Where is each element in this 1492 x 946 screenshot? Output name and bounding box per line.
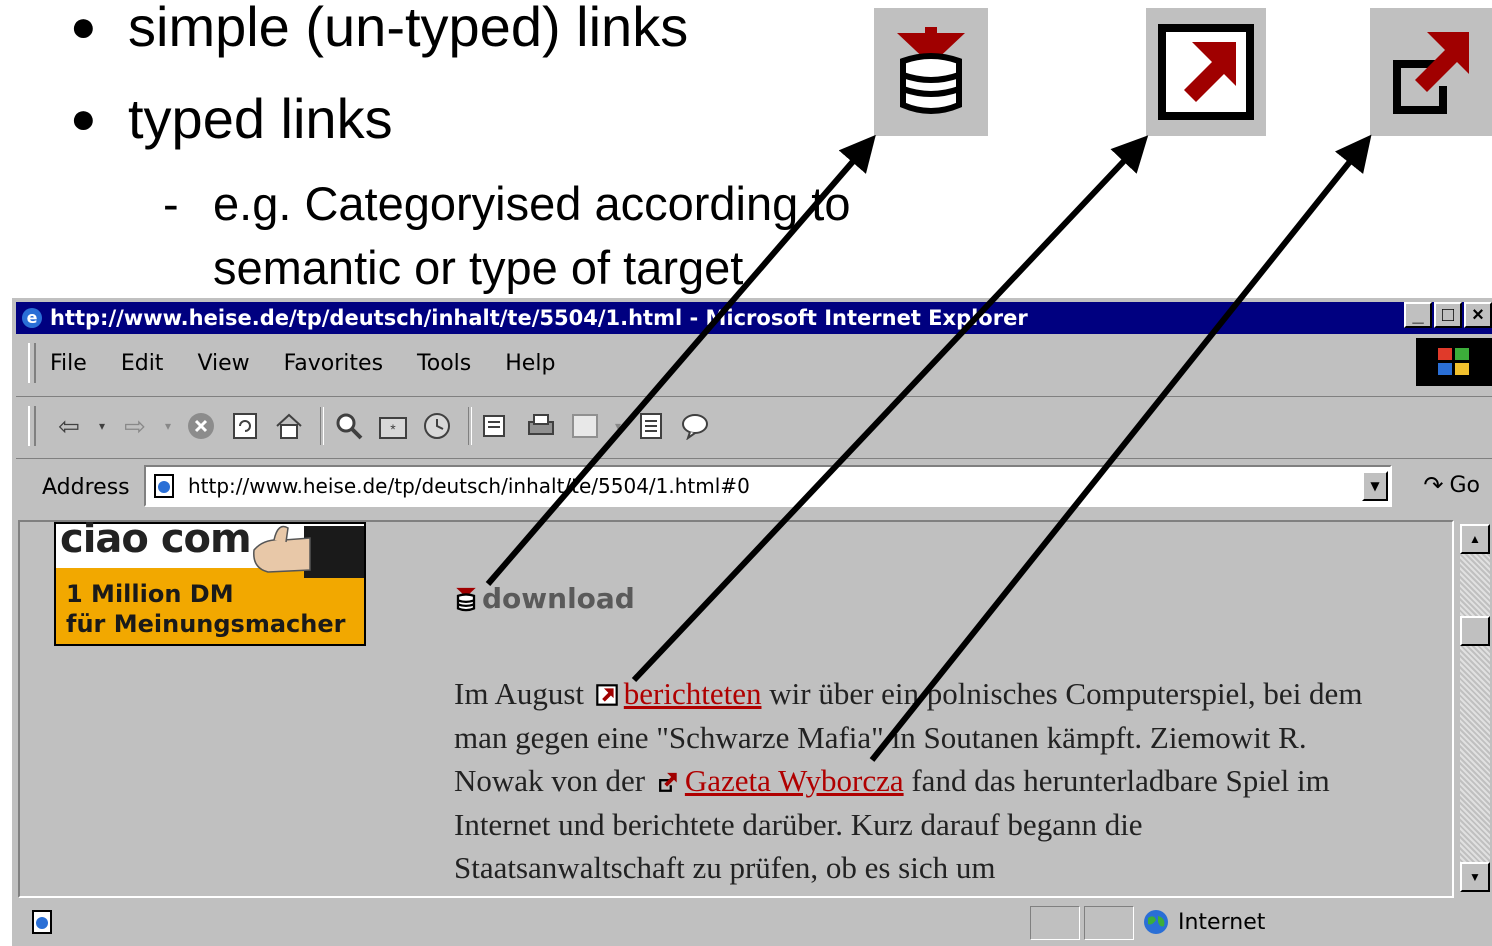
standard-toolbar: ⇦ ▾ ⇨ ▾ * ▾ xyxy=(16,396,1492,455)
close-button[interactable]: × xyxy=(1464,302,1492,328)
favorites-icon[interactable]: * xyxy=(374,407,412,445)
ad-banner[interactable]: ciao com 1 Million DM für Meinungsmacher xyxy=(54,522,366,646)
bullet-text: typed links xyxy=(128,87,393,150)
banner-line1: 1 Million DM xyxy=(66,580,234,608)
link-gazeta-wyborcza[interactable]: Gazeta Wyborcza xyxy=(685,763,904,798)
page-content: ciao com 1 Million DM für Meinungsmacher… xyxy=(18,520,1454,898)
history-icon[interactable] xyxy=(418,407,456,445)
bullet-text: simple (un-typed) links xyxy=(128,0,689,58)
status-cell xyxy=(1030,906,1080,940)
forward-dropdown-icon[interactable]: ▾ xyxy=(160,407,176,445)
zone-label: Internet xyxy=(1178,909,1266,935)
download-icon xyxy=(897,27,965,114)
ie-icon: e xyxy=(22,308,42,328)
svg-text:e: e xyxy=(27,308,38,327)
scroll-down-button[interactable]: ▼ xyxy=(1460,862,1490,892)
article-text: Im August berichteten wir über ein polni… xyxy=(454,672,1374,890)
article-text-1: Im August xyxy=(454,676,585,711)
bullet-dot: ● xyxy=(70,93,97,143)
window-controls: _ □ × xyxy=(1404,302,1492,328)
window-title: http://www.heise.de/tp/deutsch/inhalt/te… xyxy=(50,306,1028,330)
edit-dropdown-icon[interactable]: ▾ xyxy=(610,407,626,445)
status-cell xyxy=(1084,906,1134,940)
download-label: download xyxy=(482,582,635,615)
messenger-icon[interactable] xyxy=(676,407,714,445)
toolbar-grip[interactable] xyxy=(28,406,36,446)
external-link-open-icon-large xyxy=(1370,8,1492,136)
scroll-up-button[interactable]: ▲ xyxy=(1460,524,1490,554)
menu-tools[interactable]: Tools xyxy=(417,351,471,376)
minimize-button[interactable]: _ xyxy=(1404,302,1432,328)
page-status-icon xyxy=(32,910,52,934)
edit-icon[interactable] xyxy=(566,407,604,445)
refresh-icon[interactable] xyxy=(226,407,264,445)
page-icon xyxy=(154,474,174,498)
address-input[interactable]: http://www.heise.de/tp/deutsch/inhalt/te… xyxy=(144,465,1392,507)
back-dropdown-icon[interactable]: ▾ xyxy=(94,407,110,445)
search-icon[interactable] xyxy=(330,407,368,445)
toolbar-separator xyxy=(468,407,472,445)
menu-grip[interactable] xyxy=(28,343,36,383)
globe-icon xyxy=(1144,910,1168,934)
back-arrow-icon[interactable]: ⇦ xyxy=(50,407,88,445)
address-label: Address xyxy=(42,474,130,500)
discuss-icon[interactable] xyxy=(632,407,670,445)
external-link-boxed-icon-large xyxy=(1146,8,1266,136)
address-value: http://www.heise.de/tp/deutsch/inhalt/te… xyxy=(188,474,750,498)
bullet-simple-links: ● simple (un-typed) links xyxy=(70,0,688,59)
sub-bullet-line1: e.g. Categoryised according to xyxy=(213,177,851,230)
status-bar: Internet xyxy=(16,902,1492,942)
home-icon[interactable] xyxy=(270,407,308,445)
mail-icon[interactable] xyxy=(478,407,516,445)
go-label: Go xyxy=(1449,472,1480,498)
bullet-dot: ● xyxy=(70,1,97,51)
maximize-button[interactable]: □ xyxy=(1434,302,1462,328)
scroll-thumb[interactable] xyxy=(1460,616,1490,646)
print-icon[interactable] xyxy=(522,407,560,445)
svg-text:*: * xyxy=(390,421,396,437)
windows-logo-icon xyxy=(1416,338,1492,386)
banner-brand: ciao com xyxy=(60,520,252,562)
external-link-open-icon xyxy=(1393,32,1469,114)
security-zone: Internet xyxy=(1142,908,1265,936)
vertical-scrollbar[interactable]: ▲ ▼ xyxy=(1460,524,1490,892)
address-dropdown-button[interactable]: ▼ xyxy=(1362,471,1388,501)
external-link-boxed-icon xyxy=(596,684,618,706)
menu-favorites[interactable]: Favorites xyxy=(284,351,383,376)
download-icon xyxy=(456,587,476,611)
go-button[interactable]: ↷ Go xyxy=(1423,471,1480,499)
sub-bullet-line2: semantic or type of target xyxy=(213,241,744,294)
menu-bar: File Edit View Favorites Tools Help xyxy=(16,338,1492,388)
bullet-typed-links: ● typed links xyxy=(70,86,393,151)
external-link-boxed-icon xyxy=(1158,24,1254,120)
toolbar-separator xyxy=(320,407,324,445)
browser-window: e http://www.heise.de/tp/deutsch/inhalt/… xyxy=(10,296,1492,946)
banner-line2: für Meinungsmacher xyxy=(66,610,346,638)
menu-help[interactable]: Help xyxy=(505,351,555,376)
link-berichteten[interactable]: berichteten xyxy=(624,676,762,711)
download-link[interactable]: download xyxy=(454,582,635,615)
menu-file[interactable]: File xyxy=(50,351,87,376)
go-arrow-icon: ↷ xyxy=(1423,471,1444,499)
title-bar[interactable]: e http://www.heise.de/tp/deutsch/inhalt/… xyxy=(16,302,1492,334)
menu-edit[interactable]: Edit xyxy=(121,351,164,376)
stop-icon[interactable] xyxy=(182,407,220,445)
download-icon-large xyxy=(874,8,988,136)
forward-arrow-icon[interactable]: ⇨ xyxy=(116,407,154,445)
address-bar: Address http://www.heise.de/tp/deutsch/i… xyxy=(16,458,1492,515)
sub-bullet-dash: - xyxy=(163,177,179,230)
external-link-open-icon xyxy=(658,772,677,792)
thumbs-up-icon xyxy=(253,525,364,578)
menu-view[interactable]: View xyxy=(197,351,249,376)
